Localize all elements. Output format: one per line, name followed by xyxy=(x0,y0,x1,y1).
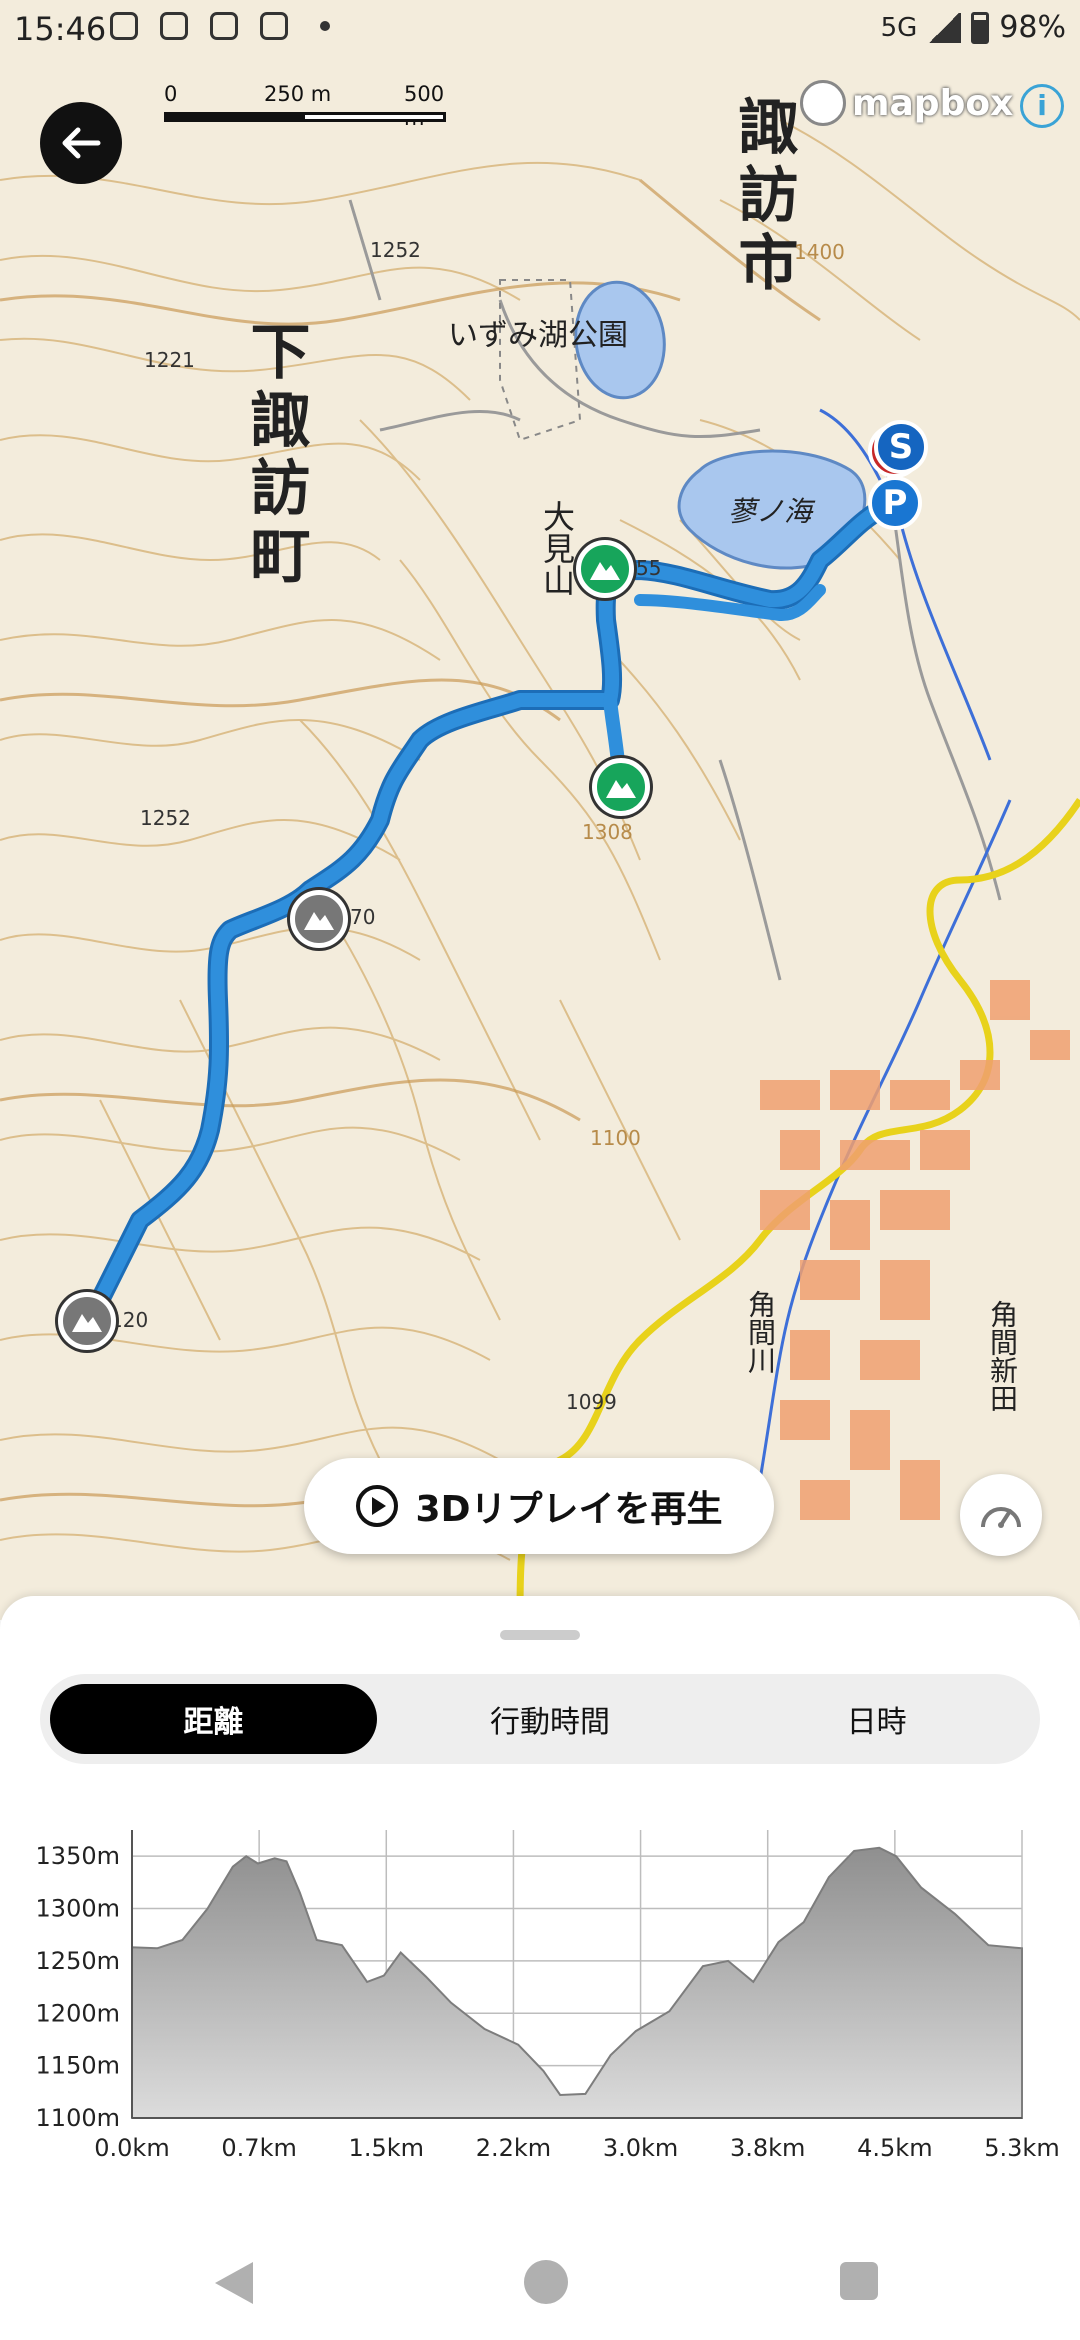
back-button[interactable] xyxy=(40,102,122,184)
mountain-icon xyxy=(72,1314,102,1332)
weather-icon xyxy=(160,12,188,40)
replay-3d-button[interactable]: 3Dリプレイを再生 xyxy=(304,1458,774,1554)
sheet-drag-handle[interactable] xyxy=(500,1630,580,1640)
label-kakuma-river: 角間川 xyxy=(744,1290,777,1374)
network-type: 5G xyxy=(880,12,918,43)
elevation-chart: 0.0km 0.7km 1.5km 2.2km 3.0km 3.8km 4.5km 5.3km… xyxy=(0,1816,1080,2176)
map-scale-bar: 0 250 m 500 m xyxy=(164,82,446,130)
y-tick-label: 1250m xyxy=(36,1947,120,1975)
tab-datetime[interactable]: 日時 xyxy=(713,1674,1040,1764)
nav-home-button[interactable] xyxy=(524,2260,568,2304)
x-tick-label: 2.2km xyxy=(476,2134,551,2162)
x-tick-label: 3.8km xyxy=(730,2134,805,2162)
x-tick-label: 1.5km xyxy=(349,2134,424,2162)
speedometer-button[interactable] xyxy=(960,1474,1042,1556)
x-tick-label: 0.7km xyxy=(221,2134,296,2162)
nav-back-button[interactable] xyxy=(215,2262,253,2304)
elevation-label: 1099 xyxy=(566,1390,617,1414)
news-icon xyxy=(260,12,288,40)
play-circle-icon xyxy=(355,1485,398,1527)
map-view[interactable]: 15:46 5G 98% 0 250 m 500 m mapbox i xyxy=(0,0,1080,1620)
scale-bar-graphic xyxy=(164,112,446,122)
y-tick-label: 1100m xyxy=(36,2104,120,2132)
y-tick-label: 1350m xyxy=(36,1842,120,1870)
info-icon: i xyxy=(1037,89,1047,122)
elevation-label: 70 xyxy=(350,905,376,929)
peak-marker[interactable] xyxy=(58,1292,116,1350)
label-shimosuwa-town: 下諏訪町 xyxy=(240,320,310,592)
bottom-sheet: 距離 行動時間 日時 0.0km 0.7km 1.5km 2.2km 3.0km 3.8k… xyxy=(0,1596,1080,2340)
x-tick-label: 0.0km xyxy=(94,2134,169,2162)
label-suwa-city: 諏訪市 xyxy=(728,95,798,299)
start-pin[interactable]: S xyxy=(874,420,928,474)
elevation-label: 1252 xyxy=(370,238,421,262)
mapbox-attribution[interactable]: mapbox xyxy=(800,80,1013,126)
tab-distance[interactable]: 距離 xyxy=(50,1684,377,1754)
instagram-icon xyxy=(110,12,138,40)
battery-icon xyxy=(971,11,990,44)
parking-pin[interactable]: P xyxy=(868,476,922,530)
replay-3d-label: 3Dリプレイを再生 xyxy=(415,1489,723,1530)
elevation-label: 1308 xyxy=(582,820,633,844)
speedometer-icon xyxy=(981,1507,1021,1528)
elevation-area xyxy=(131,1846,1023,2119)
x-tick-label: 3.0km xyxy=(603,2134,678,2162)
mountain-icon xyxy=(304,912,334,930)
status-time: 15:46 xyxy=(14,10,107,48)
y-tick-label: 1200m xyxy=(36,1999,120,2027)
more-notifications-icon xyxy=(320,21,330,31)
summit-marker-omiyama[interactable] xyxy=(576,540,634,598)
elevation-label: 55 xyxy=(636,556,662,580)
label-lake: 蓼ノ海 xyxy=(728,495,813,528)
y-tick-label: 1300m xyxy=(36,1895,120,1923)
y-tick-label: 1150m xyxy=(36,2052,120,2080)
start-pin-label: S xyxy=(888,427,914,467)
label-izumiko-park: いずみ湖公園 xyxy=(448,318,628,353)
metric-tabs: 距離 行動時間 日時 xyxy=(40,1674,1040,1764)
x-tick-label: 4.5km xyxy=(857,2134,932,2162)
peak-marker[interactable] xyxy=(290,890,348,948)
label-kakuma-shinden: 角間新田 xyxy=(986,1300,1019,1412)
mapbox-wordmark: mapbox xyxy=(852,82,1014,124)
instagram-icon xyxy=(210,12,238,40)
battery-percent: 98% xyxy=(999,10,1066,45)
info-button[interactable]: i xyxy=(1020,84,1064,128)
elevation-label: 1221 xyxy=(144,348,195,372)
x-tick-label: 5.3km xyxy=(984,2134,1059,2162)
system-nav-bar xyxy=(0,2240,1080,2340)
arrow-left-icon xyxy=(62,127,101,159)
elevation-label: 1400 xyxy=(794,240,845,264)
signal-icon xyxy=(927,12,962,43)
nav-recents-button[interactable] xyxy=(840,2262,878,2300)
tab-activity-time[interactable]: 行動時間 xyxy=(387,1674,714,1764)
mountain-icon xyxy=(590,562,620,580)
scale-zero: 0 xyxy=(164,82,178,106)
label-omiyama: 大見山 xyxy=(538,500,576,596)
summit-marker[interactable] xyxy=(592,758,650,816)
parking-pin-label: P xyxy=(882,483,908,523)
notification-icons xyxy=(110,12,330,40)
elevation-label: 1252 xyxy=(140,806,191,830)
status-bar: 15:46 5G 98% xyxy=(0,0,1080,56)
scale-end: 500 m xyxy=(404,82,445,130)
mountain-icon xyxy=(606,780,636,798)
elevation-chart-svg: 0.0km 0.7km 1.5km 2.2km 3.0km 3.8km 4.5km 5.3km… xyxy=(36,1830,1060,2162)
scale-mid: 250 m xyxy=(264,82,332,106)
elevation-label: 1100 xyxy=(590,1126,641,1150)
